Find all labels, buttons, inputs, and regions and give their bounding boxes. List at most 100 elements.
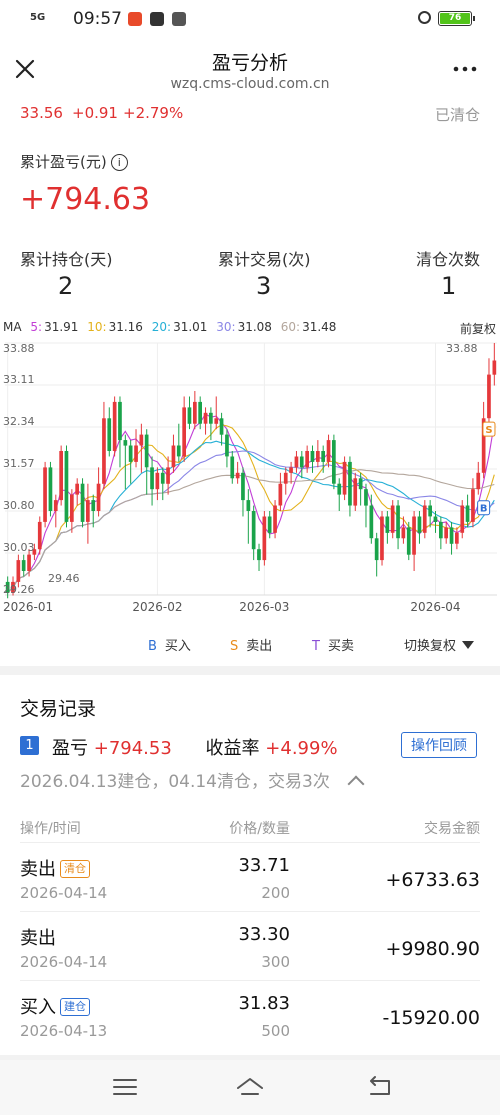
record-pl-value: +794.53 <box>93 738 172 759</box>
trade-qty: 500 <box>261 1022 290 1040</box>
notification-app-icon <box>172 12 186 26</box>
candlestick-chart[interactable]: 33.88 33.11 32.34 31.57 30.80 30.03 29.26 33.88… <box>0 337 500 627</box>
candle <box>112 401 117 451</box>
dropdown-triangle-icon <box>462 641 475 649</box>
menu-icon[interactable] <box>110 1074 140 1100</box>
candle <box>187 407 192 424</box>
candle <box>487 374 491 419</box>
candle <box>257 549 261 561</box>
home-icon[interactable] <box>235 1074 265 1100</box>
candle <box>380 516 384 561</box>
candle <box>321 451 325 462</box>
candle <box>225 434 229 457</box>
back-icon[interactable] <box>365 1074 395 1100</box>
candle <box>193 401 197 424</box>
chevron-up-icon[interactable] <box>347 775 365 793</box>
candle <box>428 505 432 517</box>
trade-action-text: 买入 <box>20 997 56 1018</box>
price-change-pct: +2.79% <box>123 104 184 122</box>
divider <box>20 911 480 912</box>
trade-price: 33.71 <box>238 855 290 876</box>
candle <box>27 554 31 571</box>
candle <box>171 445 176 468</box>
battery-icon: 76 <box>438 11 475 26</box>
candle <box>305 451 309 468</box>
price-change: +0.91 <box>72 104 118 122</box>
candle <box>107 418 112 451</box>
clear-count-label: 清仓次数 <box>416 250 481 269</box>
trade-action: 卖出 <box>20 928 56 949</box>
candle <box>364 489 368 506</box>
candle <box>273 505 277 533</box>
candle <box>43 467 47 522</box>
ma5-value: 31.91 <box>44 320 79 334</box>
legend-trade: T 买卖 <box>312 635 354 654</box>
candle <box>134 445 138 462</box>
candle <box>471 489 475 522</box>
legend-buy-label: 买入 <box>164 639 191 654</box>
switch-adjust-label: 切换复权 <box>404 639 457 654</box>
candle <box>332 440 336 484</box>
table-row[interactable]: 卖出 清仓 2026-04-14 33.71 200 +6733.63 <box>0 847 500 915</box>
table-row[interactable]: 买入 建仓 2026-04-13 31.83 500 -15920.00 <box>0 985 500 1053</box>
col-header-amount: 交易金额 <box>424 821 480 837</box>
alarm-icon <box>418 11 431 24</box>
adjust-mode-label: 前复权 <box>459 322 496 336</box>
switch-adjust-button[interactable]: 切换复权 <box>404 635 475 654</box>
candle <box>53 500 58 511</box>
candle <box>176 445 181 457</box>
candle <box>64 451 69 522</box>
trade-action: 卖出 清仓 <box>20 855 90 881</box>
candle <box>374 538 379 561</box>
record-period-text: 2026.04.13建仓，04.14清仓，交易3次 <box>20 772 330 792</box>
position-status: 已清仓 <box>434 106 480 124</box>
legend-sell-key: S <box>230 639 239 654</box>
col-header-price: 价格/数量 <box>229 821 290 837</box>
candle <box>476 472 481 490</box>
trade-amount: -15920.00 <box>382 1007 480 1029</box>
x-tick-label: 2026-01 <box>3 600 53 614</box>
trade-marker-label: B <box>480 504 488 515</box>
y-tick-label: 33.88 <box>3 342 35 355</box>
candle <box>369 505 374 539</box>
candle <box>48 467 53 511</box>
candle <box>412 516 416 555</box>
ma60-label: 60: <box>280 320 301 334</box>
battery-level: 76 <box>440 13 470 24</box>
trade-date: 2026-04-13 <box>20 1022 108 1040</box>
holding-days-value: 2 <box>58 272 74 300</box>
table-row[interactable]: 卖出 2026-04-14 33.30 300 +9980.90 <box>0 916 500 984</box>
candle <box>150 467 154 490</box>
candle <box>422 505 427 533</box>
candle <box>358 478 363 490</box>
candle <box>166 467 170 484</box>
candle <box>59 451 63 501</box>
notification-app-icon <box>128 12 142 26</box>
ma30-line <box>7 450 495 594</box>
trade-date: 2026-04-14 <box>20 953 108 971</box>
candle <box>401 527 406 539</box>
ma60-value: 31.48 <box>302 320 337 334</box>
more-icon[interactable] <box>450 56 480 82</box>
record-summary: 盈亏 +794.53 收益率 +4.99% <box>52 734 338 760</box>
candle <box>80 483 85 522</box>
operation-replay-button[interactable]: 操作回顾 <box>401 732 477 758</box>
cumulative-pl-label-text: 累计盈亏(元) <box>20 153 107 171</box>
trade-records-card: 交易记录 1 盈亏 +794.53 收益率 +4.99% 操作回顾 2026.0… <box>0 675 500 1055</box>
candle <box>449 527 454 544</box>
candle <box>439 521 443 539</box>
info-icon[interactable]: i <box>110 154 128 171</box>
candle <box>128 445 133 462</box>
record-period[interactable]: 2026.04.13建仓，04.14清仓，交易3次 <box>20 767 365 793</box>
ma30-value: 31.08 <box>237 320 272 334</box>
candle <box>417 516 422 533</box>
cumulative-pl-value: +794.63 <box>20 182 151 217</box>
current-price: 33.56 <box>20 104 63 122</box>
candle <box>203 412 208 424</box>
legend-sell-label: 卖出 <box>246 639 273 654</box>
candle <box>396 505 400 539</box>
candle <box>86 500 90 522</box>
ma10-label: 10: <box>87 320 107 334</box>
candle <box>37 521 42 550</box>
clear-count-value: 1 <box>441 272 457 300</box>
